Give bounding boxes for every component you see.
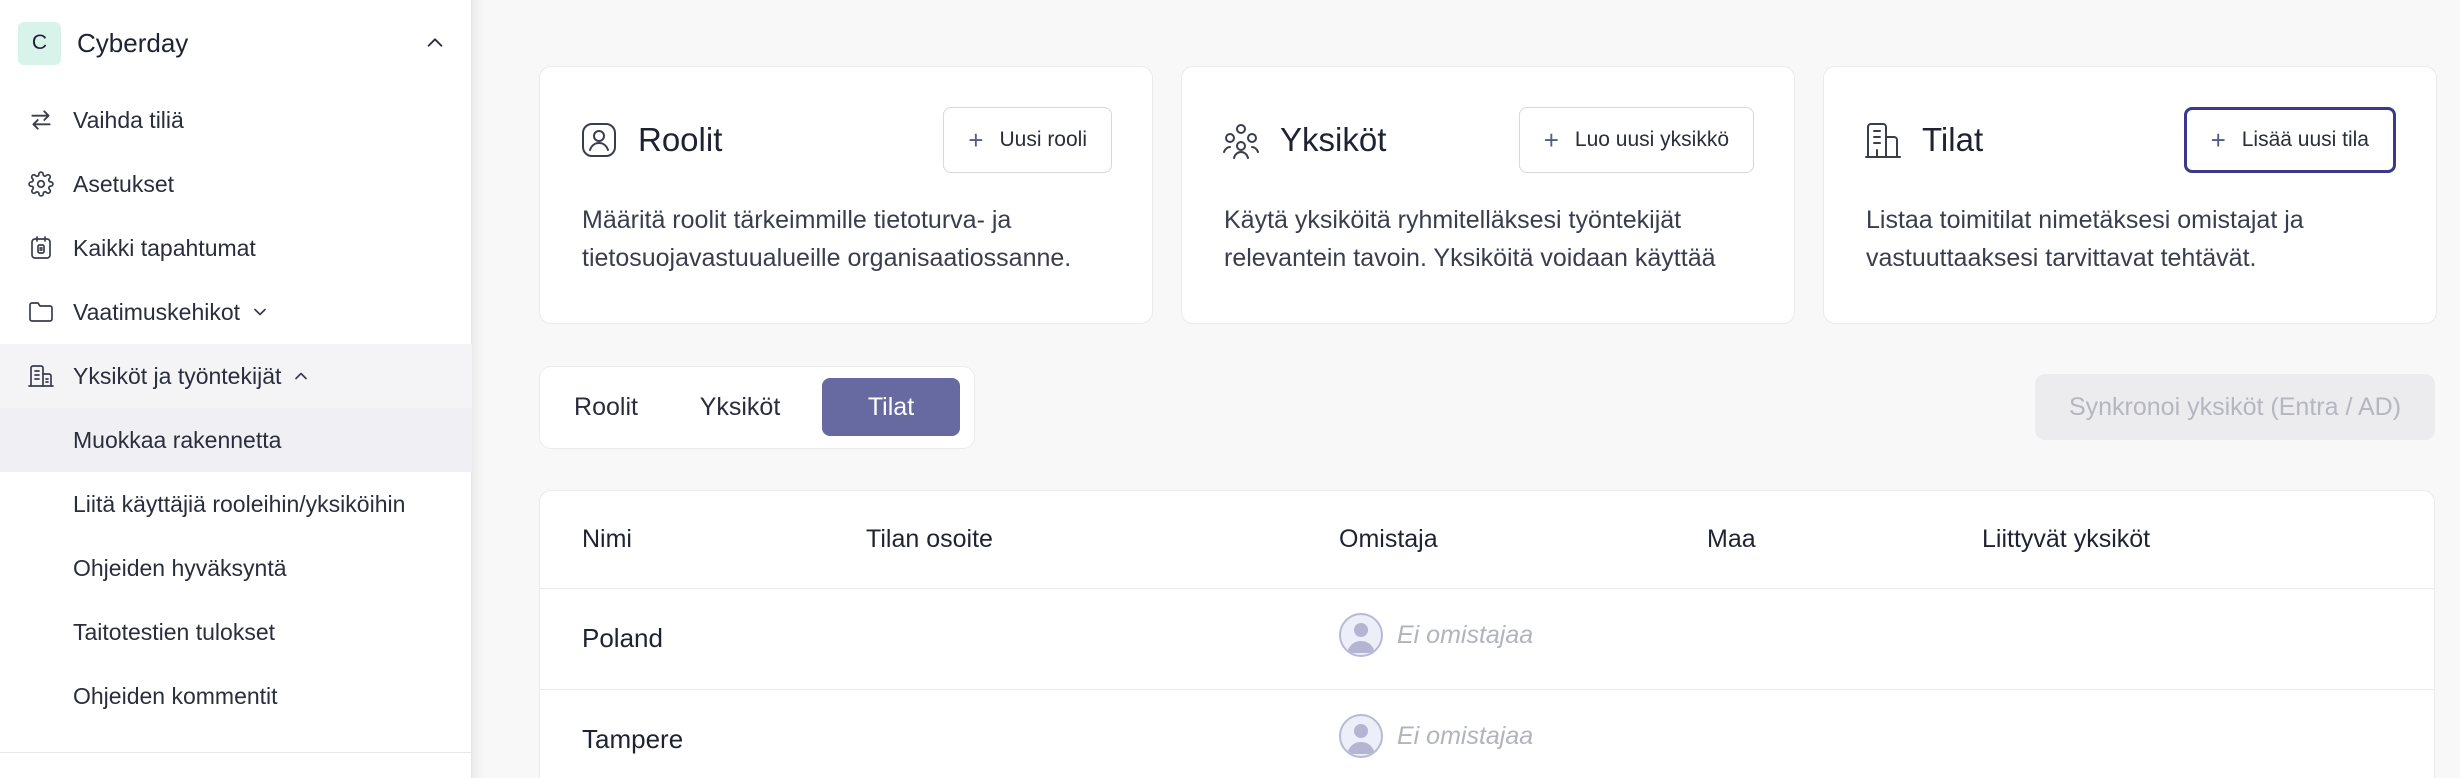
sidebar: C Cyberday Vaihda tiliä Asetukset Kaikki… [0,0,472,778]
create-unit-button[interactable]: + Luo uusi yksikkö [1518,107,1754,173]
sidebar-item-settings[interactable]: Asetukset [0,152,472,216]
sidebar-edge [472,0,484,778]
org-name: Cyberday [77,27,189,58]
org-avatar: C [18,21,61,65]
tab-units[interactable]: Yksiköt [676,378,804,436]
cell-name[interactable]: Poland [582,623,663,654]
card-description: Listaa toimitilat nimetäksesi omistajat … [1866,206,2304,272]
sidebar-subitem-label: Ohjeiden kommentit [73,682,278,709]
sidebar-subitem-guideline-comments[interactable]: Ohjeiden kommentit [0,664,472,728]
building-icon [1865,123,1901,158]
sidebar-item-label: Asetukset [73,170,174,197]
units-card: Yksiköt + Luo uusi yksikkö Käytä yksiköi… [1181,66,1795,324]
sidebar-subitem-label: Ohjeiden hyväksyntä [73,554,287,581]
premises-table: Nimi Tilan osoite Omistaja Maa Liittyvät… [539,490,2435,778]
sidebar-subitem-label: Muokkaa rakennetta [73,426,282,453]
header-divider [540,588,2434,589]
sync-units-button[interactable]: Synkronoi yksiköt (Entra / AD) [2035,374,2435,440]
swap-icon [26,105,56,135]
view-tabs: Roolit Yksiköt Tilat [539,366,975,449]
button-label: Lisää uusi tila [2241,128,2369,151]
row-divider [540,689,2434,690]
gear-icon [26,169,56,199]
cell-owner[interactable]: Ei omistajaa [1339,613,1533,657]
owner-label: Ei omistajaa [1397,620,1534,649]
org-switcher[interactable]: C Cyberday [18,20,454,66]
building-icon [26,361,56,391]
card-header: Tilat + Lisää uusi tila [1864,107,2396,173]
card-title: Roolit [638,121,723,158]
card-description: Määritä roolit tärkeimmille tietoturva- … [582,206,1072,272]
sidebar-item-units-and-employees[interactable]: Yksiköt ja työntekijät [0,344,472,408]
cell-name[interactable]: Tampere [582,724,683,755]
cell-owner[interactable]: Ei omistajaa [1339,714,1533,758]
card-header: Yksiköt + Luo uusi yksikkö [1222,107,1754,173]
tab-premises[interactable]: Tilat [822,378,960,436]
sidebar-subitem-assign-users[interactable]: Liitä käyttäjiä rooleihin/yksiköihin [0,472,472,536]
sidebar-item-label: Vaihda tiliä [73,106,184,133]
card-header: Roolit + Uusi rooli [580,107,1112,173]
premises-card: Tilat + Lisää uusi tila Listaa toimitila… [1823,66,2437,324]
sidebar-subitem-label: Liitä käyttäjiä rooleihin/yksiköihin [73,490,406,517]
sidebar-item-switch-account[interactable]: Vaihda tiliä [0,88,472,152]
chevron-down-icon[interactable] [250,302,270,322]
card-title: Tilat [1922,121,1984,158]
sidebar-subitem-edit-structure[interactable]: Muokkaa rakennetta [0,408,472,472]
add-premises-button[interactable]: + Lisää uusi tila [2183,107,2396,173]
folder-icon [26,297,56,327]
plus-icon: + [2210,125,2226,155]
card-description: Käytä yksiköitä ryhmitelläksesi työnteki… [1224,206,1716,272]
sidebar-subitem-skill-test-results[interactable]: Taitotestien tulokset [0,600,472,664]
avatar-placeholder-icon [1339,613,1383,657]
plus-icon: + [968,125,984,155]
chevron-up-icon[interactable] [424,32,446,54]
column-header-name[interactable]: Nimi [582,525,632,554]
chevron-up-icon[interactable] [291,366,311,386]
column-header-address[interactable]: Tilan osoite [866,525,993,554]
button-label: Luo uusi yksikkö [1574,128,1729,151]
owner-label: Ei omistajaa [1397,721,1534,750]
sidebar-nav: Vaihda tiliä Asetukset Kaikki tapahtumat… [0,88,472,728]
sidebar-item-frameworks[interactable]: Vaatimuskehikot [0,280,472,344]
group-icon [1223,124,1259,159]
button-label: Uusi rooli [999,128,1087,151]
plus-icon: + [1543,125,1559,155]
sidebar-divider [0,752,472,753]
sidebar-subitem-guideline-approval[interactable]: Ohjeiden hyväksyntä [0,536,472,600]
column-header-owner[interactable]: Omistaja [1339,525,1438,554]
user-badge-icon [582,123,616,157]
column-header-related-units[interactable]: Liittyvät yksiköt [1982,525,2150,554]
calendar-icon [26,233,56,263]
sidebar-subitem-label: Taitotestien tulokset [73,618,276,645]
avatar-placeholder-icon [1339,714,1383,758]
new-role-button[interactable]: + Uusi rooli [943,107,1112,173]
sidebar-item-all-events[interactable]: Kaikki tapahtumat [0,216,472,280]
card-title: Yksiköt [1280,121,1387,158]
sidebar-item-label: Yksiköt ja työntekijät [73,362,282,389]
column-header-country[interactable]: Maa [1707,525,1756,554]
roles-card: Roolit + Uusi rooli Määritä roolit tärke… [539,66,1153,324]
sidebar-item-label: Vaatimuskehikot [73,298,241,325]
sidebar-item-label: Kaikki tapahtumat [73,234,256,261]
tab-roles[interactable]: Roolit [558,378,654,436]
